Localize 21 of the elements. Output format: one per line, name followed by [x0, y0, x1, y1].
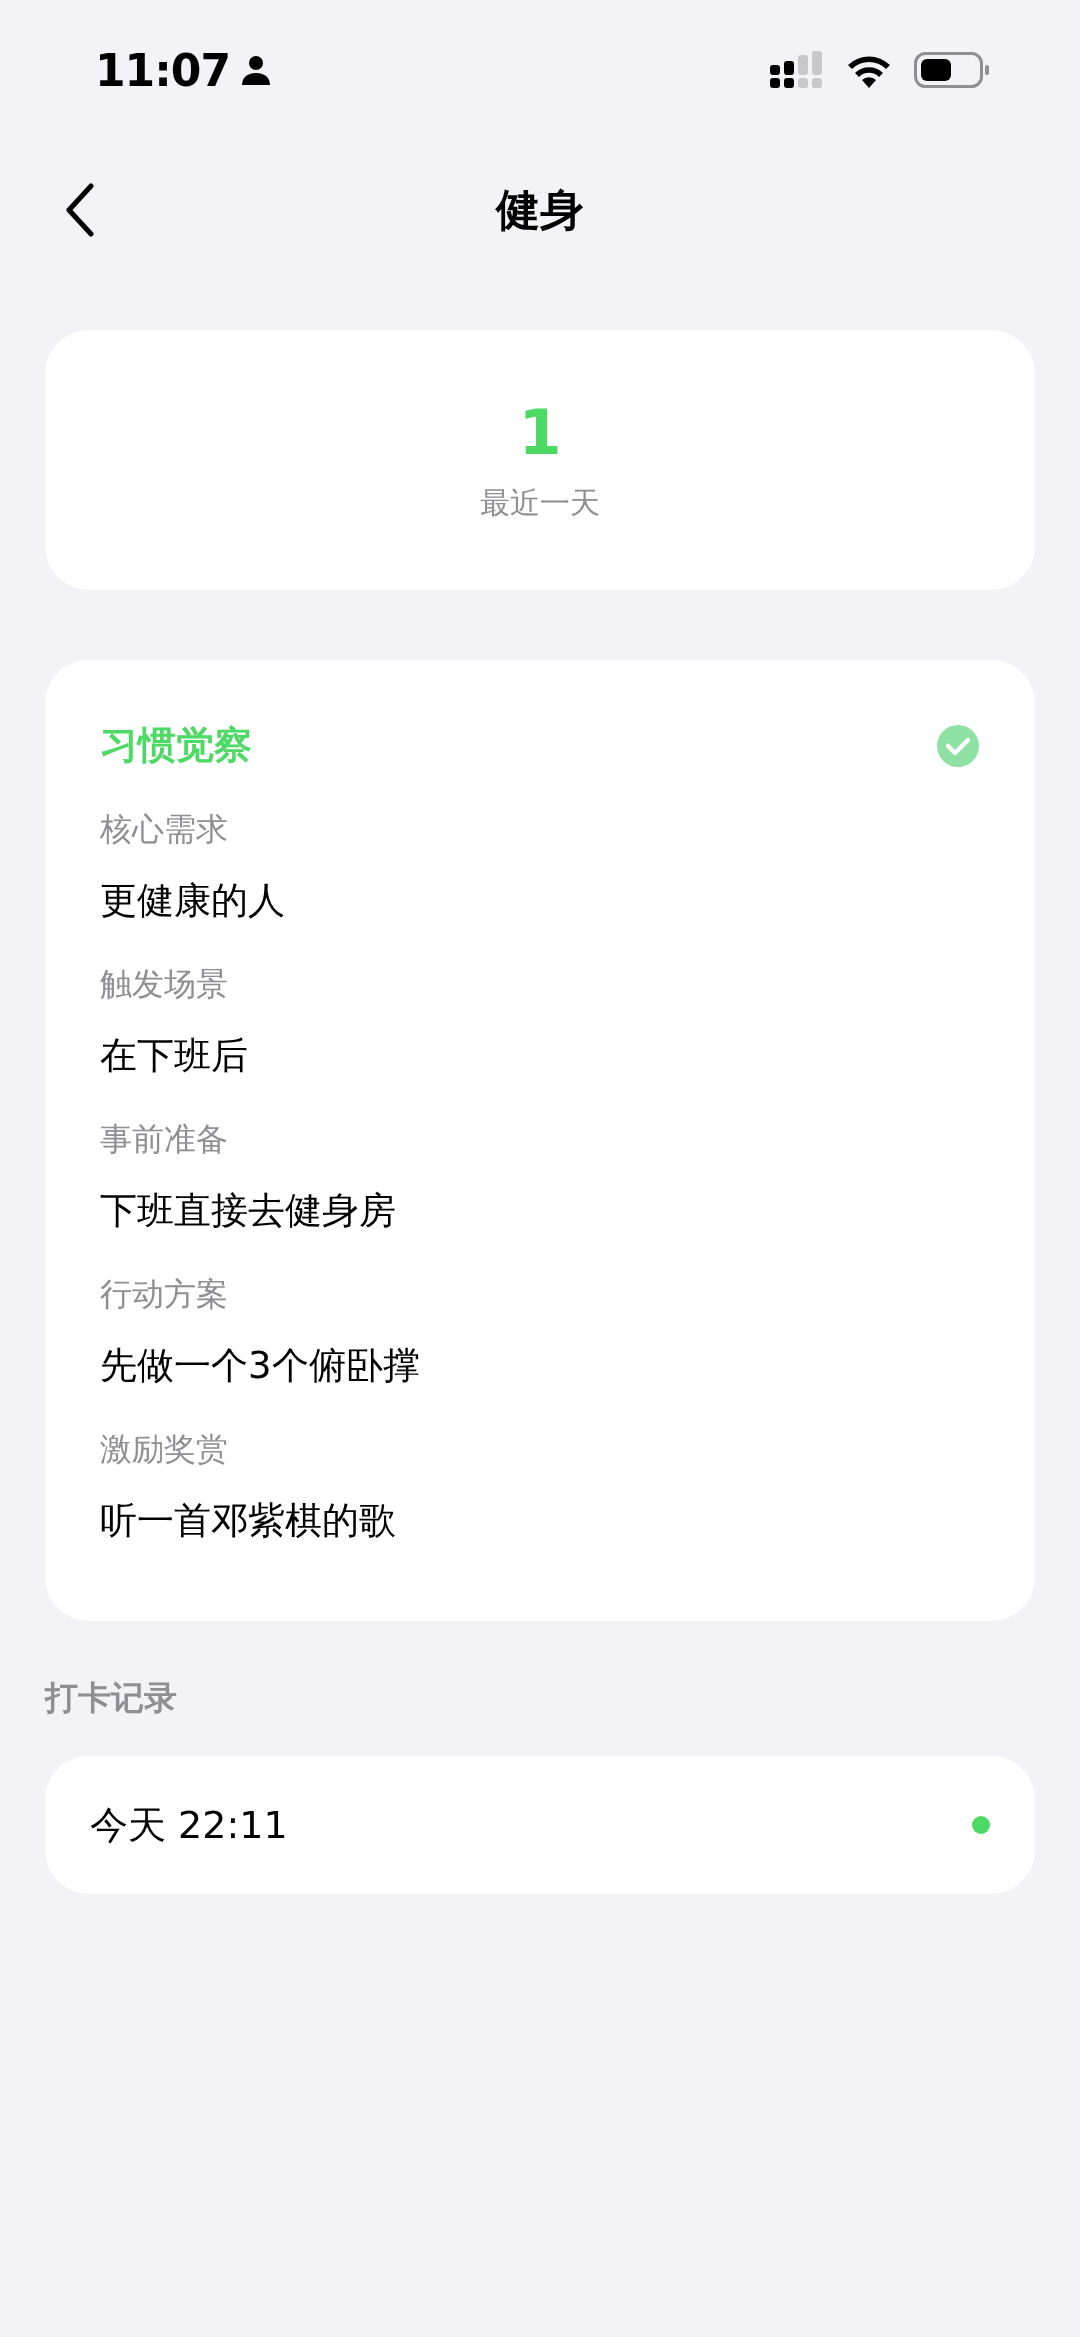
streak-label: 最近一天: [480, 484, 600, 522]
chevron-icon: [65, 183, 95, 237]
field-label: 触发场景: [100, 964, 229, 1005]
field-value: 更健康的人: [100, 878, 286, 924]
field-label: 行动方案: [100, 1274, 229, 1315]
field-value: 听一首邓紫棋的歌: [100, 1498, 397, 1544]
field-label: 事前准备: [100, 1119, 229, 1160]
field-value: 在下班后: [100, 1033, 249, 1079]
field-value: 先做一个3个俯卧撑: [100, 1343, 421, 1389]
streak-count: 1: [518, 396, 562, 469]
field-label: 激励奖赏: [100, 1429, 229, 1470]
battery-icon: [914, 52, 990, 88]
section-title: 打卡记录: [45, 1677, 178, 1719]
signal-icon: [770, 51, 824, 89]
person-icon: [240, 54, 273, 86]
habit-title: 习惯觉察: [100, 722, 252, 769]
page-title: 健身: [496, 182, 584, 237]
status-time: 11:07: [95, 44, 231, 96]
record-time: 今天 22:11: [90, 1801, 288, 1849]
field-label: 核心需求: [100, 809, 229, 850]
field-value: 下班直接去健身房: [100, 1188, 397, 1234]
